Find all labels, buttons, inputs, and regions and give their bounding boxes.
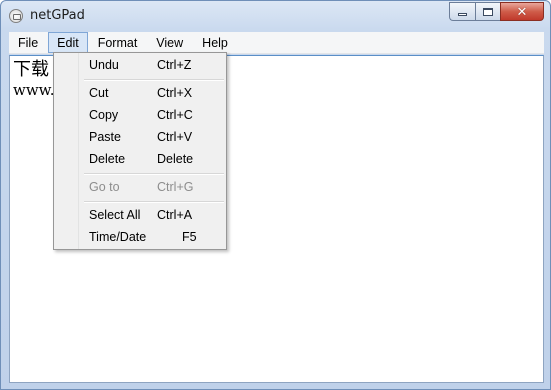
menu-item-shortcut: Delete: [157, 152, 194, 166]
notepad-icon[interactable]: [9, 9, 23, 23]
window-title: netGPad: [30, 8, 85, 23]
menu-item-paste[interactable]: Paste Ctrl+V: [56, 126, 224, 148]
menu-file[interactable]: File: [9, 32, 47, 53]
menu-item-shortcut: Ctrl+G: [157, 180, 194, 194]
menu-item-label: Paste: [89, 130, 121, 144]
menu-item-copy[interactable]: Copy Ctrl+C: [56, 104, 224, 126]
menu-edit[interactable]: Edit: [48, 32, 88, 53]
menu-item-shortcut: Ctrl+Z: [157, 58, 192, 72]
menu-item-label: Undu: [89, 58, 119, 72]
menu-item-undo[interactable]: Undu Ctrl+Z: [56, 54, 224, 76]
menu-item-time-date[interactable]: Time/Date F5: [56, 226, 224, 248]
menu-item-label: Cut: [89, 86, 109, 100]
menu-separator: [84, 79, 224, 81]
menu-item-label: Delete: [89, 152, 126, 166]
caption-buttons: ✕: [449, 2, 544, 21]
menu-item-goto: Go to Ctrl+G: [56, 176, 224, 198]
menu-item-select-all[interactable]: Select All Ctrl+A: [56, 204, 224, 226]
close-icon: ✕: [516, 4, 528, 19]
menu-item-shortcut: Ctrl+V: [157, 130, 193, 144]
menu-item-shortcut: F5: [182, 230, 197, 244]
menu-separator: [84, 201, 224, 203]
maximize-icon: [483, 7, 493, 16]
minimize-button[interactable]: [449, 2, 475, 21]
minimize-icon: [458, 13, 467, 16]
menu-item-shortcut: Ctrl+C: [157, 108, 193, 122]
menu-item-label: Select All: [89, 208, 141, 222]
menu-item-label: Copy: [89, 108, 119, 122]
menu-view[interactable]: View: [147, 32, 192, 53]
menu-item-shortcut: Ctrl+X: [157, 86, 193, 100]
edit-menu-dropdown: Undu Ctrl+Z Cut Ctrl+X Copy Ctrl+C Paste…: [53, 52, 227, 250]
menu-help[interactable]: Help: [193, 32, 237, 53]
menu-item-shortcut: Ctrl+A: [157, 208, 193, 222]
close-button[interactable]: ✕: [500, 2, 544, 21]
menu-separator: [84, 173, 224, 175]
menu-item-label: Time/Date: [89, 230, 147, 244]
menu-bar: File Edit Format View Help: [9, 32, 544, 54]
maximize-button[interactable]: [475, 2, 500, 21]
menu-item-label: Go to: [89, 180, 120, 194]
menu-item-cut[interactable]: Cut Ctrl+X: [56, 82, 224, 104]
menu-format[interactable]: Format: [89, 32, 147, 53]
window-bottom-edge: [1, 383, 550, 390]
menu-item-delete[interactable]: Delete Delete: [56, 148, 224, 170]
title-bar[interactable]: netGPad ✕: [1, 1, 550, 31]
